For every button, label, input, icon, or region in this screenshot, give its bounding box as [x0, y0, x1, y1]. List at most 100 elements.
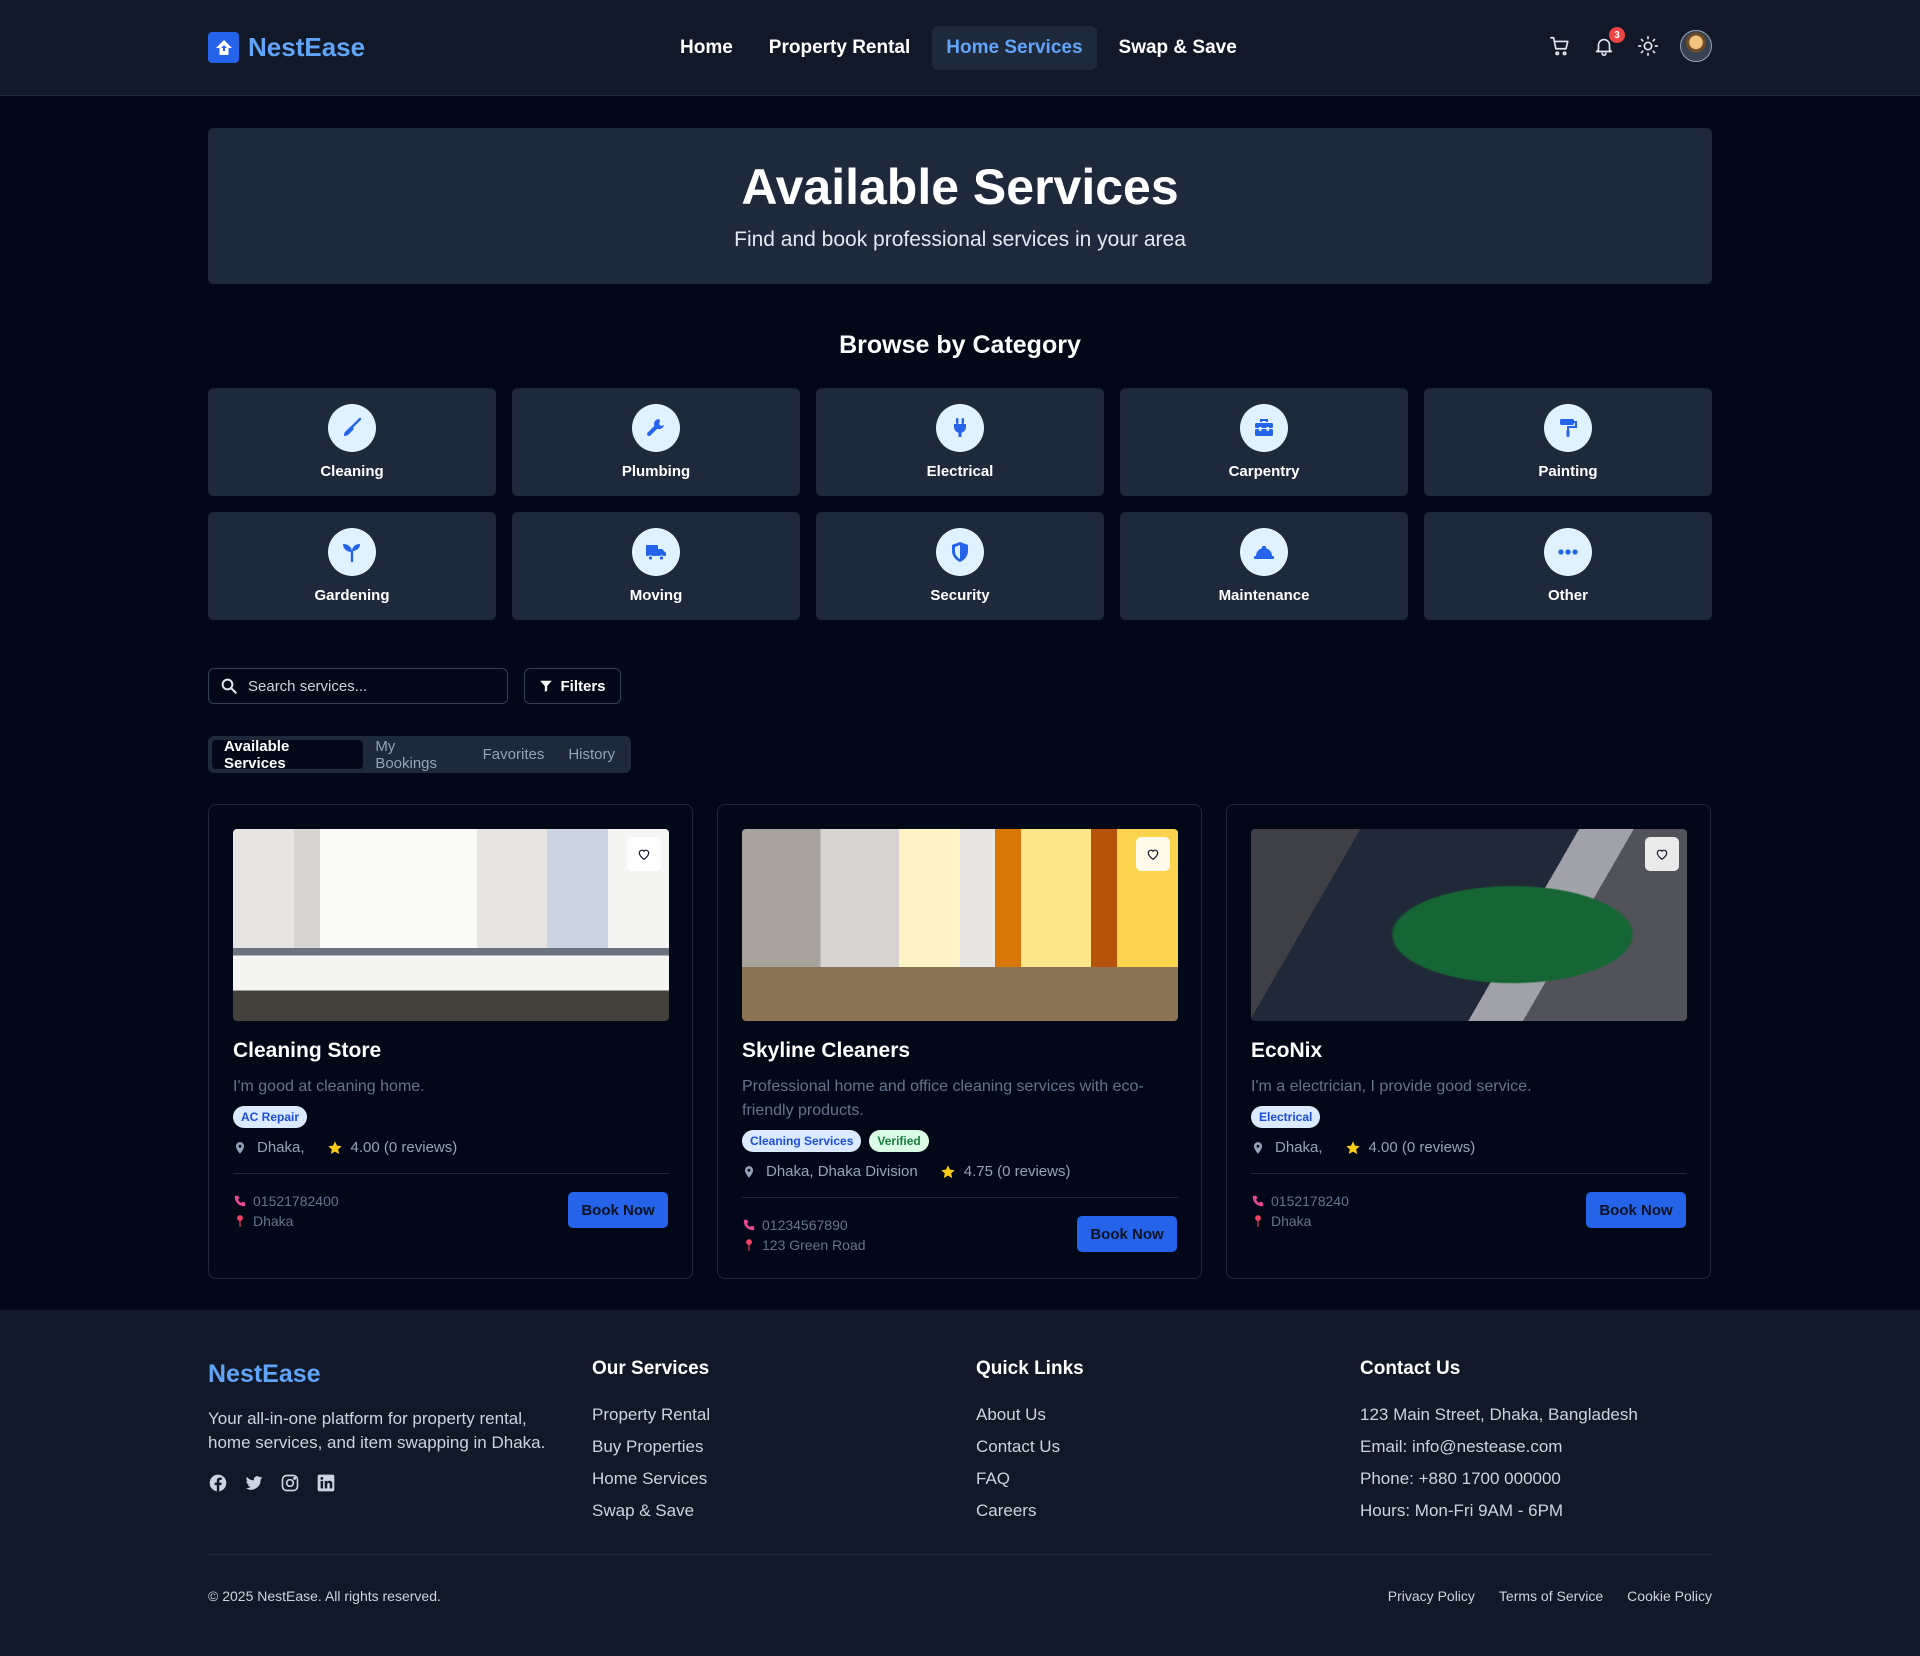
footer-hours: Hours: Mon-Fri 9AM - 6PM — [1360, 1501, 1564, 1520]
brand-name: NestEase — [248, 32, 366, 62]
category-other[interactable]: Other — [1424, 512, 1712, 620]
star-icon — [1345, 1140, 1361, 1156]
footer-brand-column: NestEase Your all-in-one platform for pr… — [208, 1358, 568, 1493]
category-electrical[interactable]: Electrical — [816, 388, 1104, 496]
search-box — [208, 668, 508, 704]
nav-swap-save[interactable]: Swap & Save — [1105, 26, 1251, 70]
instagram-icon[interactable] — [280, 1473, 300, 1493]
category-security[interactable]: Security — [816, 512, 1104, 620]
divider — [233, 1173, 669, 1174]
nav-property-rental[interactable]: Property Rental — [755, 26, 924, 70]
favorite-button[interactable] — [1645, 837, 1679, 871]
social-links — [208, 1473, 568, 1493]
star-icon — [940, 1164, 956, 1180]
plug-icon — [936, 404, 984, 452]
filters-button[interactable]: Filters — [524, 668, 621, 704]
category-maintenance[interactable]: Maintenance — [1120, 512, 1408, 620]
cart-icon[interactable] — [1548, 34, 1572, 58]
category-label: Maintenance — [1218, 587, 1310, 604]
service-address: Dhaka — [253, 1213, 294, 1229]
service-list: Cleaning Store I'm good at cleaning home… — [208, 804, 1712, 1279]
tab-history[interactable]: History — [556, 740, 627, 769]
service-contact: 0152178240 Dhaka — [1251, 1191, 1349, 1231]
service-name: Skyline Cleaners — [742, 1039, 911, 1062]
footer-email: Email: info@nestease.com — [1360, 1437, 1563, 1456]
pushpin-icon — [1251, 1214, 1265, 1228]
heart-icon — [1655, 847, 1669, 861]
service-meta: Dhaka, 4.00 (0 reviews) — [233, 1139, 457, 1156]
footer-link-contact[interactable]: Contact Us — [976, 1431, 1084, 1463]
footer-services-heading: Our Services — [592, 1358, 710, 1379]
footer-link-swap-save[interactable]: Swap & Save — [592, 1495, 710, 1527]
tab-favorites[interactable]: Favorites — [471, 740, 557, 769]
service-phone: 0152178240 — [1271, 1193, 1349, 1209]
footer: NestEase Your all-in-one platform for pr… — [0, 1310, 1920, 1656]
footer-link-property-rental[interactable]: Property Rental — [592, 1399, 710, 1431]
legal-links: Privacy Policy Terms of Service Cookie P… — [1388, 1588, 1712, 1604]
service-image — [233, 829, 669, 1021]
filter-icon — [539, 679, 553, 693]
tab-my-bookings[interactable]: My Bookings — [363, 738, 470, 772]
category-tag: Cleaning Services — [742, 1130, 862, 1152]
tab-available-services[interactable]: Available Services — [212, 738, 364, 772]
avatar[interactable] — [1680, 30, 1712, 62]
service-location: Dhaka, — [257, 1139, 305, 1156]
category-label: Cleaning — [320, 463, 384, 480]
service-location: Dhaka, Dhaka Division — [766, 1163, 918, 1180]
footer-link-home-services[interactable]: Home Services — [592, 1463, 710, 1495]
hard-hat-icon — [1240, 528, 1288, 576]
footer-link-about[interactable]: About Us — [976, 1399, 1084, 1431]
brand-logo[interactable]: NestEase — [208, 32, 365, 63]
heart-icon — [637, 847, 651, 861]
footer-link-faq[interactable]: FAQ — [976, 1463, 1084, 1495]
book-now-button[interactable]: Book Now — [568, 1192, 668, 1228]
more-icon — [1544, 528, 1592, 576]
category-carpentry[interactable]: Carpentry — [1120, 388, 1408, 496]
footer-link-buy-properties[interactable]: Buy Properties — [592, 1431, 710, 1463]
map-pin-icon — [233, 1141, 247, 1155]
category-tag: Electrical — [1251, 1106, 1321, 1128]
service-name: Cleaning Store — [233, 1039, 382, 1062]
header-actions: 3 — [1548, 27, 1712, 62]
footer-services-column: Our Services Property Rental Buy Propert… — [592, 1358, 710, 1527]
service-location: Dhaka, — [1275, 1139, 1323, 1156]
service-rating: 4.00 (0 reviews) — [1368, 1139, 1476, 1156]
category-moving[interactable]: Moving — [512, 512, 800, 620]
divider — [1251, 1173, 1687, 1174]
service-card: EcoNix I'm a electrician, I provide good… — [1226, 804, 1711, 1279]
service-meta: Dhaka, 4.00 (0 reviews) — [1251, 1139, 1475, 1156]
facebook-icon[interactable] — [208, 1473, 228, 1493]
privacy-policy-link[interactable]: Privacy Policy — [1388, 1588, 1475, 1604]
footer-brand: NestEase — [208, 1360, 321, 1388]
sun-icon[interactable] — [1636, 34, 1660, 58]
filters-label: Filters — [560, 677, 606, 695]
terms-link[interactable]: Terms of Service — [1499, 1588, 1603, 1604]
category-gardening[interactable]: Gardening — [208, 512, 496, 620]
book-now-button[interactable]: Book Now — [1586, 1192, 1686, 1228]
notification-badge: 3 — [1609, 27, 1625, 43]
favorite-button[interactable] — [1136, 837, 1170, 871]
twitter-icon[interactable] — [244, 1473, 264, 1493]
service-card: Cleaning Store I'm good at cleaning home… — [208, 804, 693, 1279]
nav-home[interactable]: Home — [666, 26, 747, 70]
main-nav: Home Property Rental Home Services Swap … — [666, 26, 1251, 70]
cookie-policy-link[interactable]: Cookie Policy — [1627, 1588, 1712, 1604]
category-plumbing[interactable]: Plumbing — [512, 388, 800, 496]
service-description: I'm good at cleaning home. — [233, 1078, 425, 1095]
footer-link-careers[interactable]: Careers — [976, 1495, 1084, 1527]
favorite-button[interactable] — [627, 837, 661, 871]
category-cleaning[interactable]: Cleaning — [208, 388, 496, 496]
category-painting[interactable]: Painting — [1424, 388, 1712, 496]
book-now-button[interactable]: Book Now — [1077, 1216, 1177, 1252]
notifications-button[interactable]: 3 — [1592, 27, 1625, 58]
service-address: 123 Green Road — [762, 1237, 866, 1253]
search-input[interactable] — [248, 677, 498, 695]
nav-home-services[interactable]: Home Services — [932, 26, 1097, 70]
search-icon — [220, 677, 238, 695]
truck-icon — [632, 528, 680, 576]
copyright: © 2025 NestEase. All rights reserved. — [208, 1588, 441, 1604]
home-icon — [208, 32, 239, 63]
hero-banner: Available Services Find and book profess… — [208, 128, 1712, 284]
service-tags: Cleaning Services Verified — [742, 1130, 929, 1152]
linkedin-icon[interactable] — [316, 1473, 336, 1493]
